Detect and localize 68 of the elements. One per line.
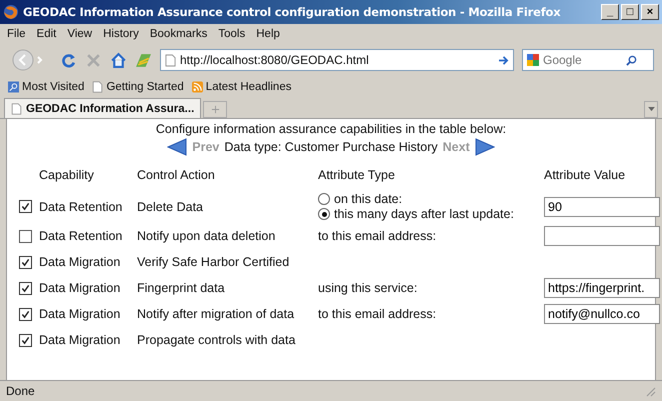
action-text: Verify Safe Harbor Certified bbox=[137, 255, 290, 269]
action-text: Notify after migration of data bbox=[137, 307, 296, 321]
menu-item[interactable]: File bbox=[7, 28, 26, 40]
window-control-button[interactable]: × bbox=[641, 4, 659, 20]
reload-icon[interactable] bbox=[60, 52, 77, 68]
capability-text: Data Retention bbox=[39, 229, 124, 243]
menu-item[interactable]: History bbox=[103, 28, 139, 40]
action-text: Propagate controls with data bbox=[137, 333, 296, 347]
capability-text: Data Migration bbox=[39, 333, 122, 347]
menu-item[interactable]: Help bbox=[256, 28, 280, 40]
tab-list-button[interactable] bbox=[644, 101, 658, 118]
action-text: Notify upon data deletion bbox=[137, 229, 276, 243]
menu-item[interactable]: Bookmarks bbox=[150, 28, 208, 40]
magnifier-icon bbox=[8, 81, 19, 93]
checkbox[interactable] bbox=[19, 334, 32, 346]
checkbox[interactable] bbox=[19, 282, 32, 294]
bookmark-item[interactable]: Latest Headlines bbox=[192, 81, 292, 93]
resize-grip-icon[interactable] bbox=[644, 385, 656, 397]
capability-text: Data Migration bbox=[39, 307, 122, 321]
home-icon[interactable] bbox=[110, 52, 127, 68]
arrow-icon[interactable] bbox=[498, 56, 509, 64]
action-text: Delete Data bbox=[137, 200, 204, 214]
attribute-label: to this email address: bbox=[318, 307, 436, 321]
status-text: Done bbox=[6, 384, 36, 398]
window-title: GEODAC Information Assurance control configuration demonstration - Mozilla Firefox bbox=[23, 5, 562, 19]
column-header: Attribute Value bbox=[544, 167, 626, 184]
capability-text: Data Migration bbox=[39, 281, 122, 295]
menu-item[interactable]: View bbox=[67, 28, 92, 40]
input-field[interactable]: notify@nullco.co bbox=[544, 304, 660, 324]
checkbox[interactable] bbox=[19, 230, 32, 242]
bookmark-item[interactable]: Getting Started bbox=[92, 81, 184, 93]
right-arrow-icon[interactable] bbox=[474, 138, 495, 156]
data-type-label: Data type: Customer Purchase History bbox=[224, 140, 438, 154]
menu-item[interactable]: Edit bbox=[36, 28, 56, 40]
page-icon bbox=[92, 81, 104, 93]
search-icon[interactable] bbox=[626, 54, 637, 66]
address-bar[interactable]: http://localhost:8080/GEODAC.html bbox=[160, 49, 514, 71]
left-arrow-icon[interactable] bbox=[167, 138, 188, 156]
attribute-label: using this service: bbox=[318, 281, 418, 295]
window-control-button[interactable]: _ bbox=[601, 4, 619, 20]
checkbox[interactable] bbox=[19, 256, 32, 268]
radio-option[interactable]: this many days after last update: bbox=[318, 207, 514, 221]
globe-icon bbox=[3, 4, 19, 20]
checkbox[interactable] bbox=[19, 308, 32, 320]
page-icon bbox=[165, 54, 176, 66]
checkbox[interactable] bbox=[19, 200, 32, 213]
intro-text: Configure information assurance capabilities in the table below: bbox=[156, 122, 506, 136]
caret-icon bbox=[648, 107, 654, 112]
capability-text: Data Retention bbox=[39, 200, 124, 214]
browser-tab[interactable]: GEODAC Information Assura... bbox=[4, 98, 202, 118]
column-header: Attribute Type bbox=[318, 167, 396, 184]
capability-text: Data Migration bbox=[39, 255, 122, 269]
plus-icon bbox=[210, 105, 220, 114]
attribute-label: to this email address: bbox=[318, 229, 436, 243]
search-engine-icon[interactable] bbox=[526, 53, 540, 67]
column-header: Capability bbox=[39, 167, 95, 184]
input-field[interactable]: 90 bbox=[544, 196, 660, 216]
feed-icon bbox=[192, 81, 203, 93]
bookmark-item[interactable]: Most Visited bbox=[8, 81, 84, 93]
action-text: Fingerprint data bbox=[137, 281, 226, 295]
column-header: Control Action bbox=[137, 167, 216, 184]
search-box[interactable]: Google bbox=[522, 49, 654, 71]
input-field[interactable]: https://fingerprint. bbox=[544, 278, 660, 298]
menu-item[interactable]: Tools bbox=[218, 28, 246, 40]
window-control-button[interactable]: □ bbox=[621, 4, 639, 20]
page-icon bbox=[11, 102, 22, 114]
input-field[interactable] bbox=[544, 226, 660, 246]
radio-option[interactable]: on this date: bbox=[318, 192, 514, 206]
